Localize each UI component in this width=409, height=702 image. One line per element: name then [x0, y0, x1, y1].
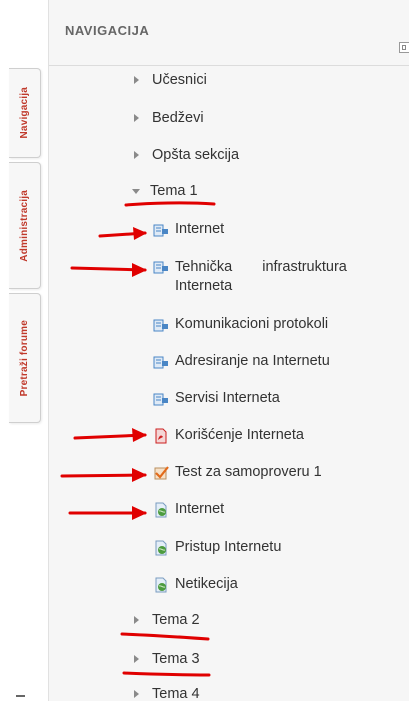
panel-title: NAVIGACIJA [65, 23, 150, 38]
dock-block-icon[interactable] [399, 42, 409, 53]
url-icon [155, 540, 167, 556]
quiz-icon [154, 466, 169, 480]
panel-header: NAVIGACIJA [49, 0, 409, 66]
collapsed-arrow-icon [134, 76, 139, 84]
expanded-arrow-icon [132, 189, 140, 194]
url-icon [155, 577, 167, 593]
page-icon [153, 393, 168, 406]
dock-tab-administration[interactable]: Administracija [9, 162, 41, 289]
page-icon [153, 224, 168, 237]
collapsed-arrow-icon [134, 114, 139, 122]
page-icon [153, 356, 168, 369]
collapsed-arrow-icon [134, 655, 139, 663]
page-icon [153, 261, 168, 274]
dock-tab-search-forums[interactable]: Pretraži forume [9, 293, 41, 423]
pdf-icon [155, 428, 167, 444]
dock-tab-administration-label: Administracija [19, 189, 30, 262]
page-icon [153, 319, 168, 332]
dock-tab-navigation-label: Navigacija [19, 87, 30, 139]
divider [16, 695, 25, 697]
navigation-panel: NAVIGACIJA Učesnici Bedževi Opšta sekcij… [48, 0, 409, 702]
collapsed-arrow-icon [134, 690, 139, 698]
dock-tab-navigation[interactable]: Navigacija [9, 68, 41, 158]
dock-tab-search-forums-label: Pretraži forume [19, 319, 30, 397]
block-dock: Navigacija Administracija Pretraži forum… [0, 0, 48, 701]
collapsed-arrow-icon [134, 151, 139, 159]
collapsed-arrow-icon [134, 616, 139, 624]
url-icon [155, 502, 167, 518]
